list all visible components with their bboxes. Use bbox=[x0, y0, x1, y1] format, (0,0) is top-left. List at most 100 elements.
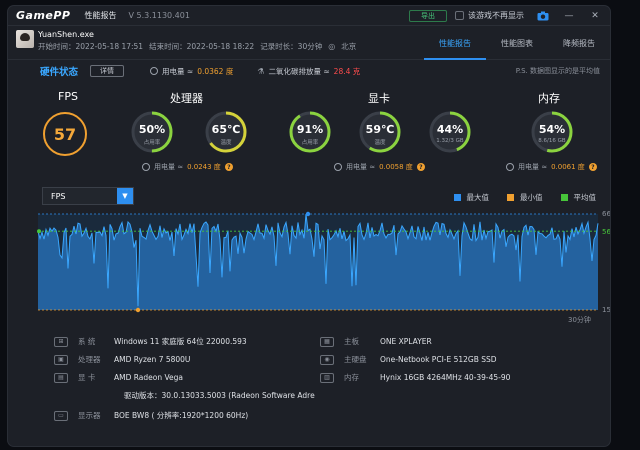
end-time: 结束时间：2022-05-18 18:22 bbox=[149, 42, 255, 51]
power-meter-icon bbox=[150, 67, 159, 75]
export-button[interactable]: 导出 bbox=[409, 9, 447, 22]
gpu-usage-gauge: 91% 占用率 bbox=[288, 110, 332, 154]
board-value: ONE XPLAYER bbox=[380, 337, 432, 346]
session-times: 开始时间：2022-05-18 17:51 结束时间：2022-05-18 18… bbox=[38, 41, 356, 52]
gpu-usage-label: 占用率 bbox=[301, 140, 319, 146]
legend-max-swatch bbox=[453, 194, 461, 201]
report-tabs: 性能报告 性能图表 降频报告 bbox=[424, 26, 610, 60]
gpu-mem-value: 44% bbox=[436, 123, 464, 136]
co2-label: 二氧化碳排放量 ≈ bbox=[268, 66, 330, 76]
fps-title: FPS bbox=[58, 90, 78, 103]
game-avatar bbox=[16, 30, 34, 48]
legend-avg-swatch bbox=[560, 194, 568, 201]
total-power-label: 用电量 ≈ bbox=[162, 66, 194, 76]
close-icon[interactable]: ✕ bbox=[588, 10, 602, 22]
memory-power-label: 用电量 ≈ bbox=[518, 163, 548, 171]
cpu-power-value: 0.0243 度 bbox=[187, 163, 221, 171]
version-label: V 5.3.1130.401 bbox=[128, 11, 190, 20]
average-note: P.S. 数据图显示的是平均值 bbox=[515, 67, 600, 75]
y-avg-label: 56.86 bbox=[602, 228, 610, 236]
gpu-temp-gauge: 59℃ 温度 bbox=[358, 110, 402, 154]
disk-icon: ◉ bbox=[320, 354, 334, 365]
windows-icon: ⊞ bbox=[54, 336, 68, 347]
fps-value: 57 bbox=[43, 112, 87, 156]
gpu-power-icon bbox=[334, 163, 342, 171]
cpu-usage-gauge: 50% 占用率 bbox=[130, 110, 174, 154]
no-display-label: 该游戏不再显示 bbox=[468, 11, 524, 20]
gpu-info-label: 显 卡 bbox=[78, 373, 96, 382]
board-label: 主板 bbox=[344, 337, 359, 346]
camera-icon[interactable] bbox=[536, 10, 550, 22]
gpu-mem-label: 1.32/3 GB bbox=[436, 138, 464, 144]
gpu-power-info-icon[interactable]: ? bbox=[416, 163, 425, 171]
hardware-status-row: 硬件状态 详情 用电量 ≈ 0.0362 度 ⚗ 二氧化碳排放量 ≈ 28.4 … bbox=[8, 62, 610, 80]
info-board: ▦ 主板 ONE XPLAYER bbox=[320, 336, 432, 347]
total-power-value: 0.0362 度 bbox=[197, 66, 234, 76]
cpu-temp-label: 温度 bbox=[220, 140, 232, 146]
mem-info-label: 内存 bbox=[344, 373, 359, 382]
co2-icon: ⚗ bbox=[257, 66, 265, 76]
metric-selector-value: FPS bbox=[51, 191, 66, 201]
chevron-down-icon[interactable]: ▼ bbox=[117, 188, 133, 204]
legend-min: 最小值 bbox=[507, 192, 543, 203]
system-value: Windows 11 家庭版 64位 22000.593 bbox=[114, 337, 247, 346]
cpu-usage-label: 占用率 bbox=[143, 140, 161, 146]
legend-avg-label: 平均值 bbox=[573, 193, 597, 202]
memory-power-info-icon[interactable]: ? bbox=[588, 163, 597, 171]
memory-usage-gauge: 54% 8.6/16 GB bbox=[530, 110, 574, 154]
info-system: ⊞ 系 统 Windows 11 家庭版 64位 22000.593 bbox=[54, 336, 247, 347]
info-driver: 驱动版本：30.0.13033.5003 (Radeon Software Ad… bbox=[124, 390, 315, 401]
cpu-power-info-icon[interactable]: ? bbox=[224, 163, 233, 171]
chart-legend: 最大值 最小值 平均值 bbox=[453, 192, 597, 203]
tab-throttle-report[interactable]: 降频报告 bbox=[548, 26, 610, 60]
minimize-icon[interactable]: — bbox=[562, 10, 576, 22]
tab-performance-chart[interactable]: 性能图表 bbox=[486, 26, 548, 60]
info-cpu: ▣ 处理器 AMD Ryzen 7 5800U bbox=[54, 354, 190, 365]
title-bar: GamePP 性能报告 V 5.3.1130.401 导出 该游戏不再显示 — … bbox=[8, 6, 610, 26]
gauges-section: FPS 57 处理器 50% 占用率 65℃ 温度 用电量 ≈ 0.0243 度… bbox=[8, 86, 610, 186]
cpu-title: 处理器 bbox=[170, 92, 203, 105]
memory-power-value: 0.0061 度 bbox=[551, 163, 585, 171]
display-value: BOE BW8 ( 分辨率:1920*1200 60Hz) bbox=[114, 411, 249, 420]
co2-emission: ⚗ 二氧化碳排放量 ≈ 28.4 克 bbox=[257, 66, 360, 77]
no-display-checkbox[interactable] bbox=[455, 11, 464, 20]
info-gpu: ▤ 显 卡 AMD Radeon Vega bbox=[54, 372, 183, 383]
system-label: 系 统 bbox=[78, 337, 96, 346]
cpu-power-label: 用电量 ≈ bbox=[154, 163, 184, 171]
driver-value: 驱动版本：30.0.13033.5003 (Radeon Software Ad… bbox=[124, 391, 315, 400]
info-display: ▭ 显示器 BOE BW8 ( 分辨率:1920*1200 60Hz) bbox=[54, 410, 248, 421]
tab-performance-report[interactable]: 性能报告 bbox=[424, 26, 486, 60]
report-header: YuanShen.exe 开始时间：2022-05-18 17:51 结束时间：… bbox=[8, 26, 610, 60]
display-label: 显示器 bbox=[78, 411, 101, 420]
hardware-status-title: 硬件状态 bbox=[40, 67, 79, 78]
gpu-info-value: AMD Radeon Vega bbox=[114, 373, 184, 382]
report-title: 性能报告 bbox=[84, 11, 117, 20]
start-time: 开始时间：2022-05-18 17:51 bbox=[38, 42, 144, 51]
min-marker bbox=[135, 307, 141, 313]
legend-avg: 平均值 bbox=[560, 192, 597, 203]
total-power: 用电量 ≈ 0.0362 度 bbox=[150, 66, 233, 77]
legend-min-swatch bbox=[507, 194, 514, 201]
gamepp-logo: GamePP bbox=[16, 9, 71, 22]
record-duration: 记录时长：30分钟 bbox=[260, 42, 323, 51]
gpu-title: 显卡 bbox=[368, 92, 390, 105]
memory-power: 用电量 ≈ 0.0061 度 ? bbox=[506, 162, 597, 172]
info-memory: ▥ 内存 Hynix 16GB 4264MHz 40-39-45-90 bbox=[320, 372, 510, 383]
disk-label: 主硬盘 bbox=[344, 355, 367, 364]
fps-chart: 66 56.86 15 30分钟 bbox=[8, 206, 610, 330]
cpu-temp-value: 65℃ bbox=[211, 123, 241, 136]
details-button[interactable]: 详情 bbox=[90, 65, 125, 77]
motherboard-icon: ▦ bbox=[320, 336, 334, 347]
memory-usage-value: 54% bbox=[538, 123, 566, 136]
metric-selector[interactable]: FPS ▼ bbox=[42, 187, 134, 205]
cpu-temp-gauge: 65℃ 温度 bbox=[204, 110, 248, 154]
memory-power-icon bbox=[506, 163, 514, 171]
co2-value: 28.4 克 bbox=[333, 66, 361, 76]
gpu-power-value: 0.0058 度 bbox=[379, 163, 413, 171]
legend-max-label: 最大值 bbox=[466, 193, 490, 202]
y-max-label: 66 bbox=[602, 210, 610, 218]
x-end-label: 30分钟 bbox=[568, 315, 591, 324]
gpu-power-label: 用电量 ≈ bbox=[346, 163, 376, 171]
disk-value: One-Netbook PCI-E 512GB SSD bbox=[380, 355, 497, 364]
cpu-usage-value: 50% bbox=[138, 123, 166, 136]
